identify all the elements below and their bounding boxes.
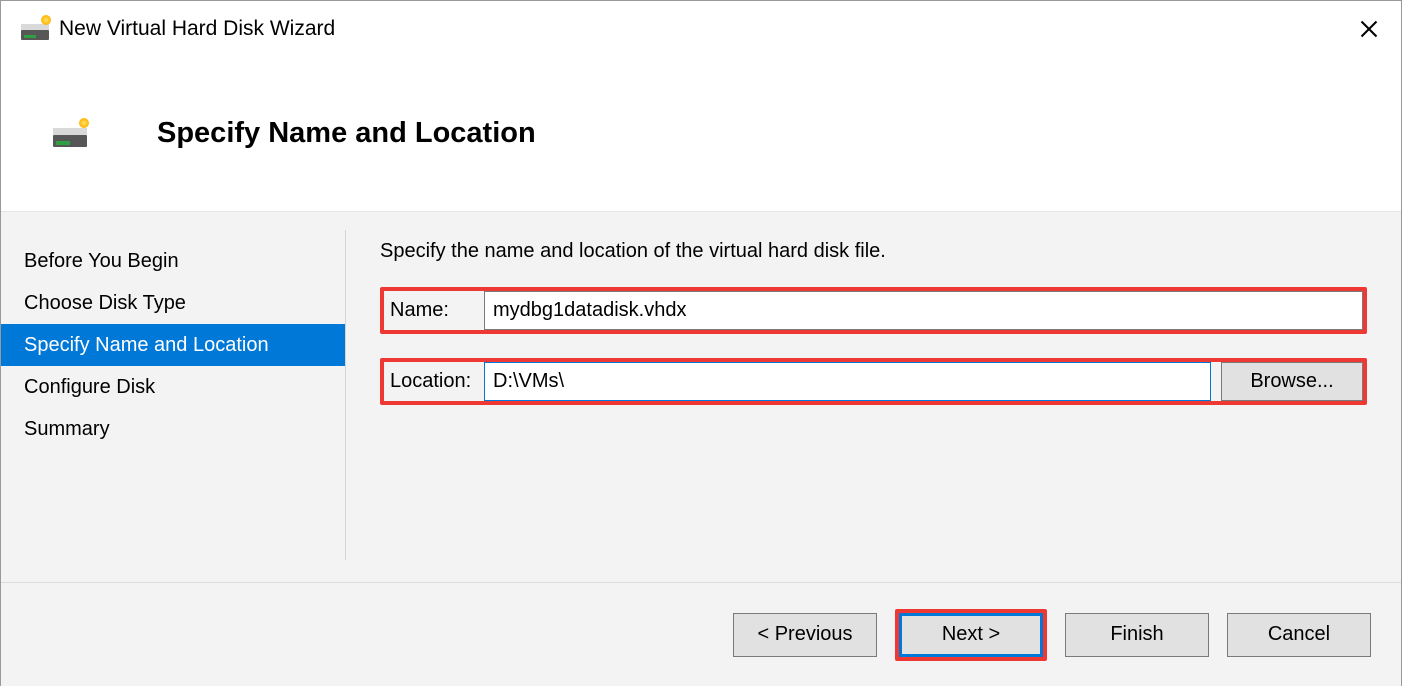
intro-text: Specify the name and location of the vir… <box>380 240 1367 263</box>
wizard-steps: Before You Begin Choose Disk Type Specif… <box>1 212 346 582</box>
step-summary[interactable]: Summary <box>1 408 346 450</box>
name-input[interactable] <box>484 291 1363 330</box>
name-row-highlight: Name: <box>380 287 1367 334</box>
close-button[interactable] <box>1355 15 1383 43</box>
wizard-body: Before You Begin Choose Disk Type Specif… <box>1 211 1401 582</box>
location-input[interactable] <box>484 362 1211 401</box>
browse-button[interactable]: Browse... <box>1221 362 1363 401</box>
location-label: Location: <box>384 362 484 401</box>
close-icon <box>1359 19 1379 39</box>
disk-icon <box>53 121 87 147</box>
page-title: Specify Name and Location <box>157 117 536 150</box>
wizard-content: Specify the name and location of the vir… <box>346 212 1401 582</box>
step-choose-disk-type[interactable]: Choose Disk Type <box>1 282 346 324</box>
wizard-header: Specify Name and Location <box>1 56 1401 211</box>
window-title: New Virtual Hard Disk Wizard <box>59 17 1355 41</box>
next-button[interactable]: Next > <box>899 613 1043 657</box>
location-row-highlight: Location: Browse... <box>380 358 1367 405</box>
finish-button[interactable]: Finish <box>1065 613 1209 657</box>
disk-icon <box>21 18 49 40</box>
name-label: Name: <box>384 291 484 330</box>
cancel-button[interactable]: Cancel <box>1227 613 1371 657</box>
step-before-you-begin[interactable]: Before You Begin <box>1 240 346 282</box>
step-specify-name-and-location[interactable]: Specify Name and Location <box>1 324 346 366</box>
next-button-highlight: Next > <box>895 609 1047 661</box>
step-configure-disk[interactable]: Configure Disk <box>1 366 346 408</box>
previous-button[interactable]: < Previous <box>733 613 877 657</box>
wizard-footer: < Previous Next > Finish Cancel <box>1 582 1401 686</box>
title-bar: New Virtual Hard Disk Wizard <box>1 1 1401 56</box>
